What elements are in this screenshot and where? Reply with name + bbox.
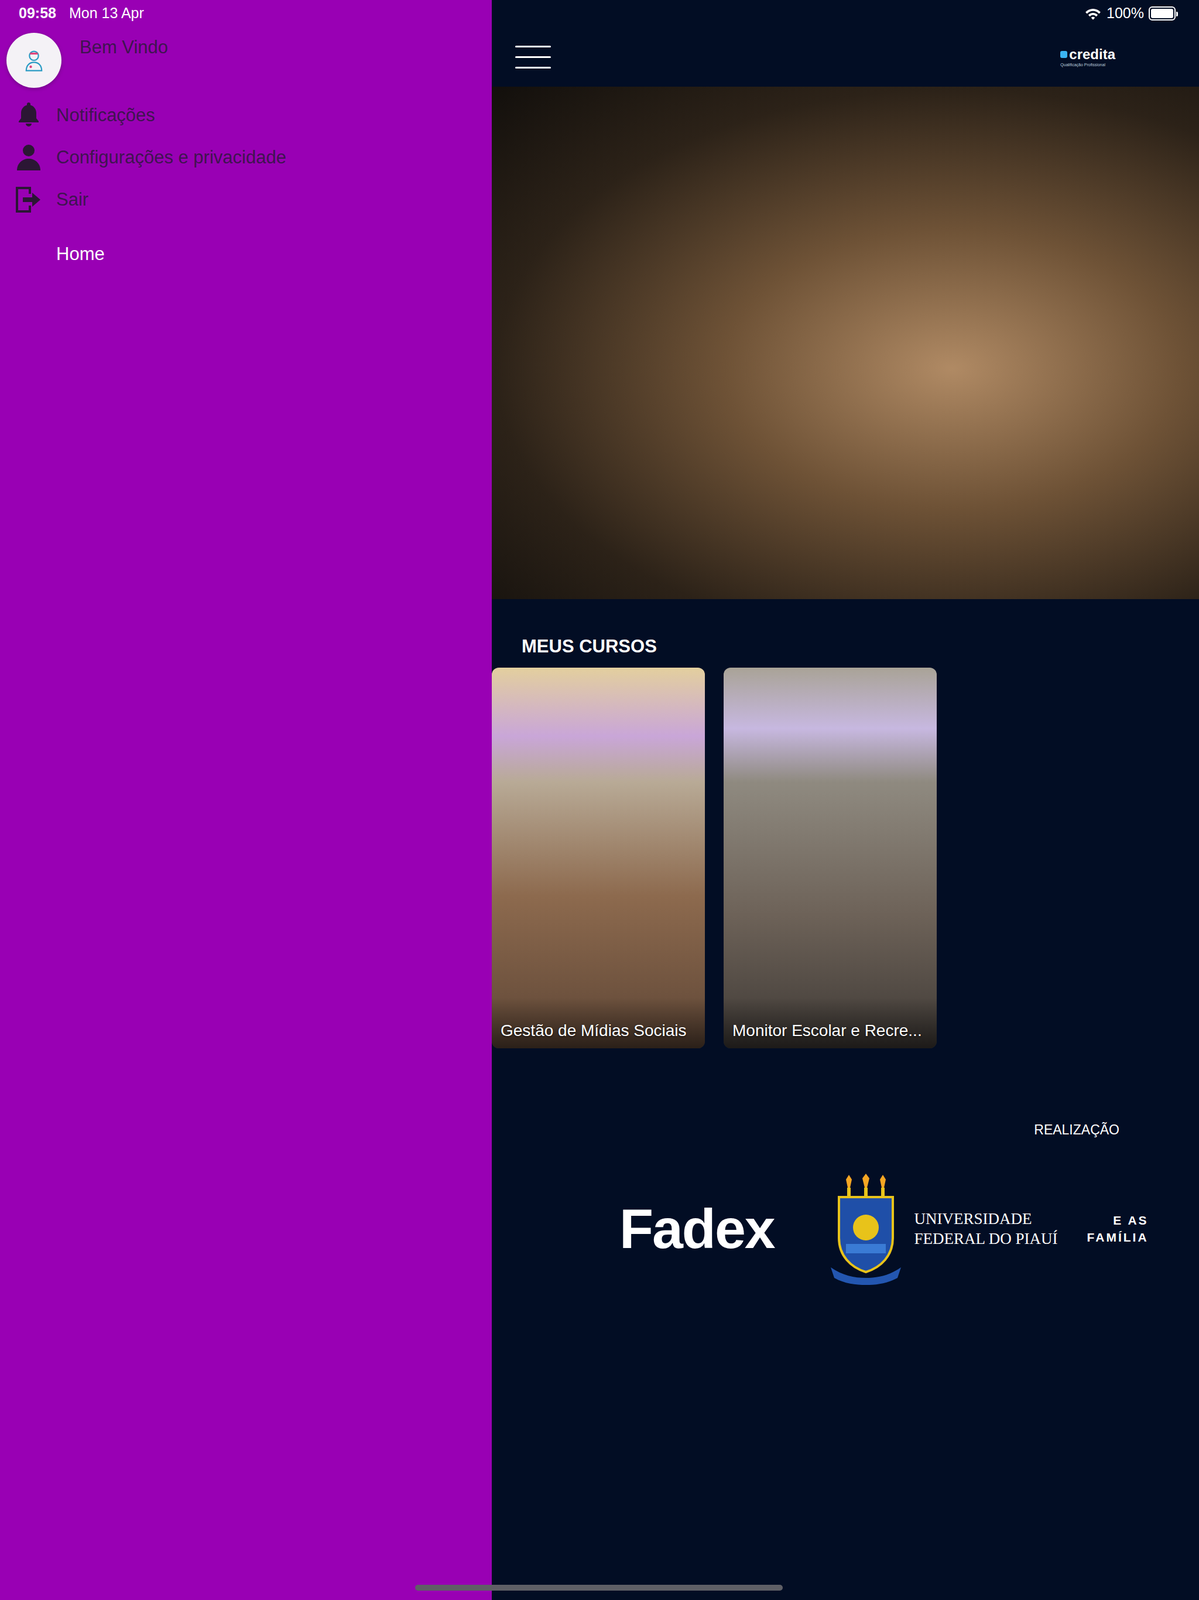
menu-line bbox=[515, 45, 551, 48]
drawer-menu: Notificações Configurações e privacidade S… bbox=[6, 94, 481, 276]
drawer-item[interactable]: Notificações bbox=[6, 94, 481, 137]
ufpi-name: UNIVERSIDADEFEDERAL DO PIAUÍ bbox=[914, 1208, 1058, 1249]
drawer-item[interactable]: Home bbox=[6, 233, 481, 276]
ufpi-crest-icon bbox=[828, 1173, 904, 1285]
course-list: Gestão de Mídias Sociais Monitor Escolar … bbox=[491, 667, 1199, 1048]
course-title[interactable]: Monitor Escolar e Recre... bbox=[723, 997, 937, 1049]
logout-icon bbox=[12, 183, 46, 217]
status-time: 09:58 bbox=[18, 2, 57, 25]
partner-logo-line: FAMÍLIA bbox=[1087, 1228, 1149, 1246]
user-icon bbox=[12, 141, 46, 174]
wifi-icon bbox=[1084, 6, 1102, 21]
fadex-wordmark: Fadex bbox=[619, 1200, 775, 1257]
partner-logo: E ASFAMÍLIA bbox=[1087, 1211, 1149, 1246]
course-card[interactable]: Gestão de Mídias Sociais bbox=[491, 667, 705, 1048]
drawer-item-label[interactable]: Configurações e privacidade bbox=[56, 144, 287, 172]
screen: 09:58 Mon 13 Apr 100% Bem Vindo Notificações… bbox=[0, 0, 1199, 1600]
ufpi-name-line: FEDERAL DO PIAUÍ bbox=[914, 1228, 1058, 1249]
main-content: creditaQualificação Profissional MEUS CUR… bbox=[491, 0, 1199, 1600]
section-title: MEUS CURSOS bbox=[521, 635, 1199, 657]
hero-banner bbox=[491, 86, 1199, 599]
side-drawer: Bem Vindo Notificações Configurações e pri… bbox=[0, 0, 492, 1600]
drawer-item[interactable]: Sair bbox=[6, 178, 481, 221]
logo-mark-icon bbox=[1060, 50, 1068, 58]
menu-line bbox=[515, 66, 551, 69]
drawer-item[interactable]: Configurações e privacidade bbox=[6, 136, 481, 179]
greeting: Bem Vindo bbox=[79, 32, 169, 58]
logo-row: credita bbox=[1060, 47, 1116, 62]
fadex-logo: Fadex bbox=[619, 1200, 829, 1257]
user-avatar-icon bbox=[21, 47, 47, 74]
bell-icon bbox=[12, 98, 46, 132]
avatar[interactable] bbox=[6, 32, 62, 88]
status-bar: 09:58 Mon 13 Apr 100% bbox=[0, 0, 1199, 27]
drawer-profile: Bem Vindo bbox=[6, 32, 481, 88]
battery-icon bbox=[1148, 6, 1176, 21]
ufpi-name-line: UNIVERSIDADE bbox=[914, 1208, 1058, 1229]
home-indicator[interactable] bbox=[415, 1584, 783, 1591]
ufpi-logo: UNIVERSIDADEFEDERAL DO PIAUÍ bbox=[828, 1173, 1088, 1285]
status-date: Mon 13 Apr bbox=[69, 2, 145, 25]
menu-line bbox=[515, 56, 551, 58]
logo-tagline: Qualificação Profissional bbox=[1060, 62, 1116, 67]
battery-fill bbox=[1150, 8, 1174, 19]
drawer-item-label[interactable]: Home bbox=[56, 240, 105, 269]
app-logo[interactable]: creditaQualificação Profissional bbox=[1060, 47, 1116, 67]
sponsors-title: REALIZAÇÃO bbox=[491, 1119, 1199, 1140]
logo-text: credita bbox=[1069, 47, 1116, 62]
course-card[interactable]: Monitor Escolar e Recre... bbox=[723, 667, 937, 1048]
battery-percent: 100% bbox=[1106, 2, 1144, 25]
drawer-item-label[interactable]: Sair bbox=[56, 186, 89, 214]
course-title[interactable]: Gestão de Mídias Sociais bbox=[491, 997, 705, 1049]
menu-icon[interactable] bbox=[515, 45, 551, 69]
partner-logo-line: E AS bbox=[1087, 1211, 1149, 1229]
sponsor-logos: Fadex UNIVERSIDADEFEDERAL DO PIAUÍ E ASFAM… bbox=[491, 1170, 1199, 1288]
drawer-item-label[interactable]: Notificações bbox=[56, 101, 156, 130]
